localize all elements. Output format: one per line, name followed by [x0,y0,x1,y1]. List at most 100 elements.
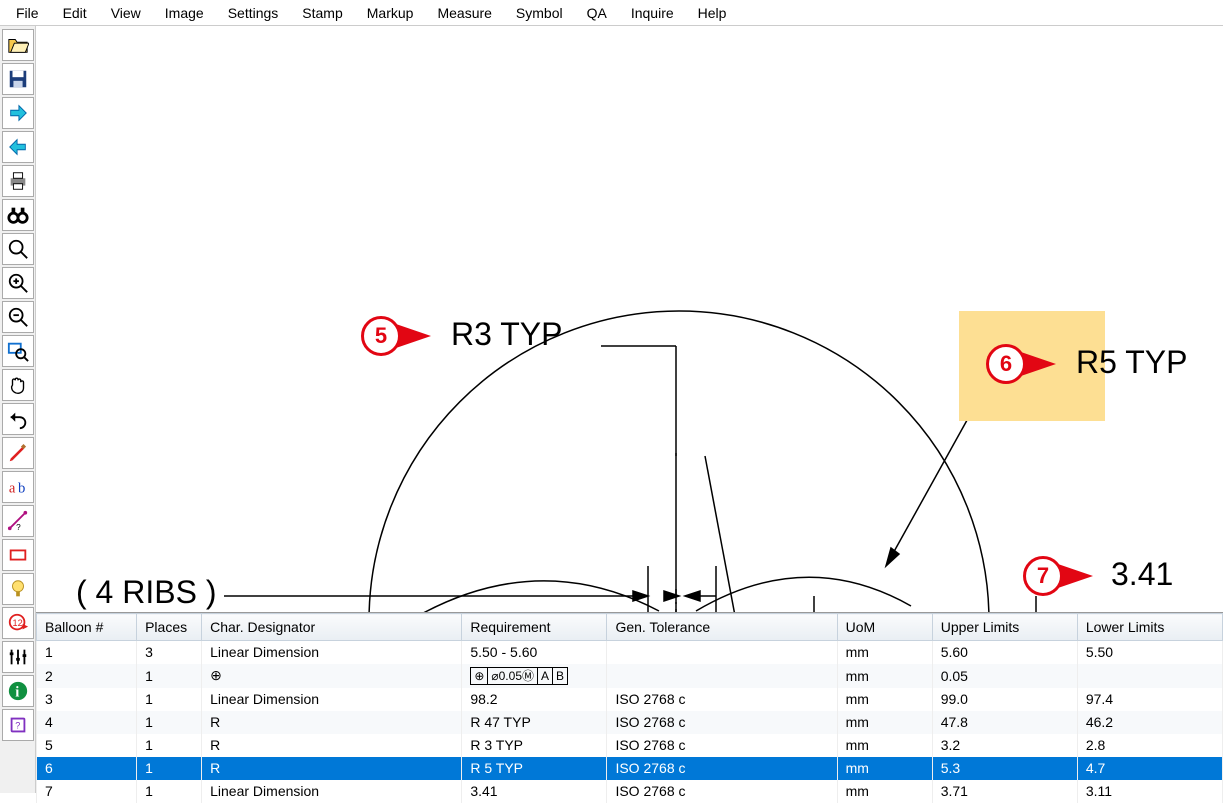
balloon-7[interactable]: 7 [1023,556,1063,596]
cell: 3 [37,688,137,711]
cell: 47.8 [932,711,1077,734]
open-icon[interactable] [2,29,34,61]
col-places[interactable]: Places [137,614,202,641]
cell: ISO 2768 c [607,711,837,734]
menu-qa[interactable]: QA [575,2,619,24]
book-icon[interactable]: ? [2,709,34,741]
zoom-icon[interactable] [2,233,34,265]
cell: 5.50 - 5.60 [462,641,607,664]
bulb-icon[interactable] [2,573,34,605]
balloon-12-icon[interactable]: 12 [2,607,34,639]
save-icon[interactable] [2,63,34,95]
cell: ISO 2768 c [607,757,837,780]
next-arrow-icon[interactable] [2,97,34,129]
cell: R [202,711,462,734]
cell: R 5 TYP [462,757,607,780]
col-char-designator[interactable]: Char. Designator [202,614,462,641]
menu-help[interactable]: Help [686,2,739,24]
cell: 3.41 [462,780,607,803]
menu-edit[interactable]: Edit [51,2,99,24]
cell: mm [837,711,932,734]
balloon-5[interactable]: 5 [361,316,401,356]
table-row[interactable]: 13Linear Dimension5.50 - 5.60mm5.605.50 [37,641,1223,664]
table-row[interactable]: 61RR 5 TYPISO 2768 cmm5.34.7 [37,757,1223,780]
cell [1077,664,1222,688]
col-upper-limits[interactable]: Upper Limits [932,614,1077,641]
menu-inquire[interactable]: Inquire [619,2,686,24]
cell: ISO 2768 c [607,734,837,757]
cell: 3.11 [1077,780,1222,803]
menu-settings[interactable]: Settings [216,2,291,24]
table-row[interactable]: 41RR 47 TYPISO 2768 cmm47.846.2 [37,711,1223,734]
adjust-icon[interactable] [2,641,34,673]
callout-text-6: R5 TYP [1076,344,1187,381]
cell: 1 [37,641,137,664]
cell: mm [837,641,932,664]
menu-file[interactable]: File [4,2,51,24]
cell: 4 [37,711,137,734]
zoom-out-icon[interactable] [2,301,34,333]
svg-text:a: a [8,481,15,497]
panel-icon[interactable] [2,539,34,571]
cell: 98.2 [462,688,607,711]
svg-text:?: ? [16,523,21,532]
cell: mm [837,734,932,757]
cell: mm [837,757,932,780]
zoom-in-icon[interactable] [2,267,34,299]
table-row[interactable]: 71Linear Dimension3.41ISO 2768 cmm3.713.… [37,780,1223,803]
menu-view[interactable]: View [99,2,153,24]
measure-icon[interactable]: ? [2,505,34,537]
callout-text-5: R3 TYP [451,316,562,353]
cell: ISO 2768 c [607,688,837,711]
cell: 5.3 [932,757,1077,780]
cell: 46.2 [1077,711,1222,734]
ribs-note: ( 4 RIBS ) [76,574,216,611]
cell [607,641,837,664]
vertical-toolbar: ab? 12 i? [0,26,36,793]
cell [607,664,837,688]
menu-symbol[interactable]: Symbol [504,2,575,24]
zoom-window-icon[interactable] [2,335,34,367]
pan-hand-icon[interactable] [2,369,34,401]
undo-icon[interactable] [2,403,34,435]
info-icon[interactable]: i [2,675,34,707]
table-row[interactable]: 31Linear Dimension98.2ISO 2768 cmm99.097… [37,688,1223,711]
cell: Linear Dimension [202,688,462,711]
col-lower-limits[interactable]: Lower Limits [1077,614,1222,641]
svg-text:i: i [15,685,19,701]
cell: mm [837,688,932,711]
menu-measure[interactable]: Measure [425,2,503,24]
cell: ⊕ [202,664,462,688]
cell: mm [837,780,932,803]
callout-text-7: 3.41 [1111,556,1173,593]
cell: R 47 TYP [462,711,607,734]
cell: 1 [137,688,202,711]
pencil-icon[interactable] [2,437,34,469]
table-row[interactable]: 21⊕⊕⌀0.05ⓂABmm0.05 [37,664,1223,688]
table-row[interactable]: 51RR 3 TYPISO 2768 cmm3.22.8 [37,734,1223,757]
balloon-6[interactable]: 6 [986,344,1026,384]
print-icon[interactable] [2,165,34,197]
col-gen-tolerance[interactable]: Gen. Tolerance [607,614,837,641]
col-requirement[interactable]: Requirement [462,614,607,641]
cell: 2.8 [1077,734,1222,757]
cell: Linear Dimension [202,780,462,803]
svg-text:b: b [18,481,25,497]
cell: 0.05 [932,664,1077,688]
menu-stamp[interactable]: Stamp [290,2,354,24]
cell: 6 [37,757,137,780]
col-uom[interactable]: UoM [837,614,932,641]
text-ab-icon[interactable]: ab [2,471,34,503]
cell: ⊕⌀0.05ⓂAB [462,664,607,688]
binoc-icon[interactable] [2,199,34,231]
drawing-canvas[interactable]: ( 4 RIBS ) 5 R3 TYP 6 R5 TYP 7 3.41 [36,26,1223,612]
prev-arrow-icon[interactable] [2,131,34,163]
cell: 1 [137,711,202,734]
menu-image[interactable]: Image [153,2,216,24]
cell: mm [837,664,932,688]
menu-markup[interactable]: Markup [355,2,426,24]
balloon-number: 7 [1023,556,1063,596]
cell: ISO 2768 c [607,780,837,803]
col-balloon-[interactable]: Balloon # [37,614,137,641]
cell: 5.60 [932,641,1077,664]
